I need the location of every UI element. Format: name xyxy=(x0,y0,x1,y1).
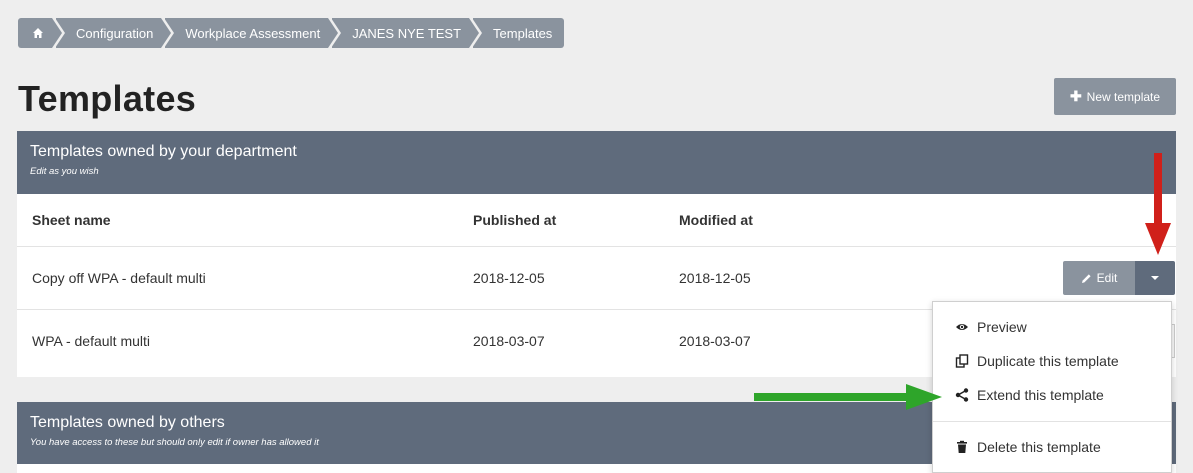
own-templates-header: Templates owned by your department Edit … xyxy=(17,131,1176,194)
plus-icon: ✚ xyxy=(1069,88,1082,104)
edit-dropdown-toggle[interactable] xyxy=(1135,261,1175,295)
menu-item-preview[interactable]: Preview xyxy=(955,319,1027,335)
new-template-button[interactable]: ✚ New template xyxy=(1054,78,1176,115)
caret-down-icon xyxy=(1151,276,1159,280)
breadcrumb: Configuration Workplace Assessment JANES… xyxy=(18,18,568,48)
menu-item-label: Preview xyxy=(977,319,1027,335)
sheet-name: Copy off WPA - default multi xyxy=(32,270,206,286)
menu-divider xyxy=(933,421,1171,422)
modified-at: 2018-12-05 xyxy=(679,270,751,286)
table-header: Sheet name Published at Modified at xyxy=(17,194,1176,246)
column-published-at: Published at xyxy=(473,212,557,228)
menu-item-extend[interactable]: Extend this template xyxy=(955,387,1104,403)
edit-label: Edit xyxy=(1096,271,1118,285)
breadcrumb-workplace-assessment[interactable]: Workplace Assessment xyxy=(165,18,342,48)
menu-item-delete[interactable]: Delete this template xyxy=(955,439,1101,455)
breadcrumb-home[interactable] xyxy=(18,18,65,48)
edit-button[interactable]: Edit xyxy=(1063,261,1135,295)
page-title: Templates xyxy=(18,78,197,119)
eye-icon xyxy=(956,324,968,330)
copy-icon xyxy=(955,354,969,368)
published-at: 2018-03-07 xyxy=(473,333,545,349)
red-arrow-annotation xyxy=(1145,153,1171,255)
breadcrumb-janes-nye-test[interactable]: JANES NYE TEST xyxy=(332,18,482,48)
table-row: Copy off WPA - default multi 2018-12-05 … xyxy=(17,246,1176,309)
sheet-name: WPA - default multi xyxy=(32,333,151,349)
breadcrumb-templates[interactable]: Templates xyxy=(473,18,565,48)
menu-item-label: Extend this template xyxy=(977,387,1104,403)
own-templates-title: Templates owned by your department xyxy=(30,143,297,160)
breadcrumb-configuration[interactable]: Configuration xyxy=(56,18,175,48)
green-arrow-annotation xyxy=(754,384,942,410)
modified-at: 2018-03-07 xyxy=(679,333,751,349)
share-icon xyxy=(955,388,969,402)
column-modified-at: Modified at xyxy=(679,212,753,228)
trash-icon xyxy=(957,440,967,453)
own-templates-subtitle: Edit as you wish xyxy=(30,166,99,177)
menu-item-label: Duplicate this template xyxy=(977,353,1119,369)
template-actions-menu: Preview Duplicate this template Extend t… xyxy=(932,301,1172,473)
home-icon xyxy=(33,28,43,38)
pencil-icon xyxy=(1081,273,1091,283)
published-at: 2018-12-05 xyxy=(473,270,545,286)
column-sheet-name: Sheet name xyxy=(32,212,111,228)
menu-item-label: Delete this template xyxy=(977,439,1101,455)
menu-item-duplicate[interactable]: Duplicate this template xyxy=(955,353,1119,369)
new-template-label: New template xyxy=(1086,89,1161,104)
